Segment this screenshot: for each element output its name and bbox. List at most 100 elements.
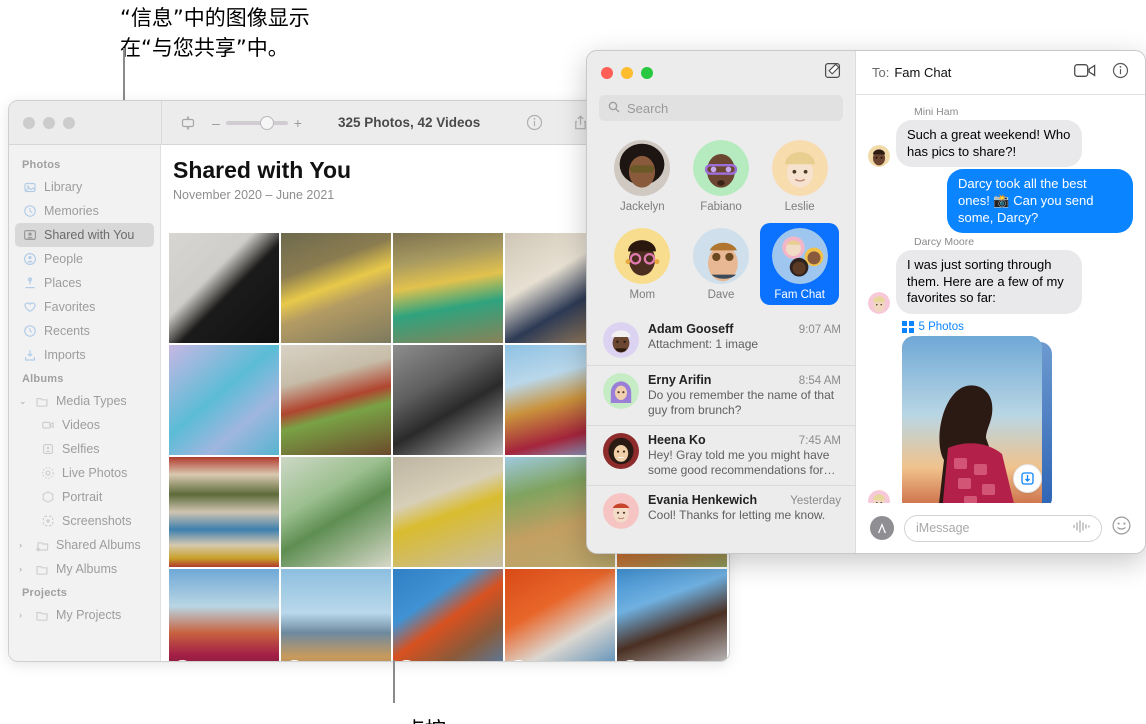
pinned-conversation-jackelyn[interactable]: Jackelyn	[603, 135, 682, 217]
thread-title[interactable]: Fam Chat	[894, 65, 951, 80]
messages-window: Search Jackelyn Fabiano Leslie Mom Dave Fam C…	[586, 50, 1146, 554]
pinned-conversation-mom[interactable]: Mom	[603, 223, 682, 305]
library-icon	[23, 180, 37, 194]
facetime-video-icon[interactable]	[1074, 63, 1096, 83]
callout-top-leader-line	[123, 48, 125, 108]
zoom-button[interactable]	[63, 116, 75, 129]
photo-tile[interactable]	[169, 457, 279, 567]
photo-tile[interactable]	[617, 569, 727, 661]
photo-tile[interactable]	[393, 457, 503, 567]
shared-album-icon	[35, 538, 49, 552]
emoji-smiley-icon[interactable]	[1112, 516, 1131, 540]
sidebar-item-my-projects[interactable]: › My Projects	[15, 603, 154, 627]
avatar	[603, 373, 639, 409]
disclosure-triangle-icon[interactable]: ›	[19, 540, 28, 550]
sidebar-item-label: My Projects	[56, 608, 122, 622]
sidebar-item-recents[interactable]: Recents	[15, 319, 154, 343]
zoom-slider-track[interactable]	[225, 115, 288, 130]
photo-tile[interactable]	[281, 345, 391, 455]
photo-tile[interactable]	[169, 345, 279, 455]
sidebar-item-screenshots[interactable]: Screenshots	[15, 509, 154, 533]
pinned-conversation-leslie[interactable]: Leslie	[760, 135, 839, 217]
photo-tile[interactable]	[281, 233, 391, 343]
conversation-list-item[interactable]: Heena Ko 7:45 AM Hey! Gray told me you mig…	[587, 425, 855, 485]
sidebar-item-my-albums[interactable]: › My Albums	[15, 557, 154, 581]
photo-tile[interactable]	[505, 569, 615, 661]
conversation-name: Erny Arifin	[648, 373, 712, 387]
comment-bubble-icon[interactable]	[623, 660, 638, 661]
clock-icon	[23, 324, 37, 338]
message-bubble: Such a great weekend! Who has pics to sh…	[896, 120, 1082, 168]
zoom-in-label[interactable]: +	[294, 115, 302, 131]
info-icon[interactable]	[1112, 62, 1129, 84]
sidebar-item-label: Recents	[44, 324, 90, 338]
comment-bubble-icon[interactable]	[399, 660, 414, 661]
comment-bubble-icon[interactable]	[175, 660, 190, 661]
compose-icon[interactable]	[824, 62, 841, 84]
messages-window-controls[interactable]	[601, 67, 653, 79]
photo-stack-attachment[interactable]	[902, 336, 1052, 503]
sidebar-item-memories[interactable]: Memories	[15, 199, 154, 223]
message-bubble: I was just sorting through them. Here ar…	[896, 250, 1082, 314]
sidebar-item-library[interactable]: Library	[15, 175, 154, 199]
zoom-button[interactable]	[641, 67, 653, 79]
avatar	[614, 140, 671, 196]
message-composer: iMessage	[856, 503, 1145, 553]
conversation-list-item[interactable]: Evania Henkewich Yesterday Cool! Thanks fo…	[587, 485, 855, 536]
photos-window-controls[interactable]	[9, 116, 161, 129]
photo-tile[interactable]	[393, 569, 503, 661]
sidebar-item-shared-with-you[interactable]: Shared with You	[15, 223, 154, 247]
comment-bubble-icon[interactable]	[511, 660, 526, 661]
photo-tile[interactable]	[281, 569, 391, 661]
sidebar-item-people[interactable]: People	[15, 247, 154, 271]
pinned-conversation-fabiano[interactable]: Fabiano	[682, 135, 761, 217]
comment-bubble-icon[interactable]	[287, 660, 302, 661]
sidebar-item-selfies[interactable]: Selfies	[15, 437, 154, 461]
conversation-list-item[interactable]: Erny Arifin 8:54 AM Do you remember the na…	[587, 365, 855, 425]
photo-tile[interactable]	[281, 457, 391, 567]
zoom-slider-knob[interactable]	[259, 115, 274, 130]
sidebar-item-videos[interactable]: Videos	[15, 413, 154, 437]
pinned-conversation-label: Mom	[629, 289, 656, 301]
photo-tile[interactable]	[393, 233, 503, 343]
minimize-button[interactable]	[43, 116, 55, 129]
photo-tile[interactable]	[393, 345, 503, 455]
sidebar-item-portrait[interactable]: Portrait	[15, 485, 154, 509]
close-button[interactable]	[23, 116, 35, 129]
pinned-conversation-dave[interactable]: Dave	[682, 223, 761, 305]
conversation-list-item[interactable]: Adam Gooseff 9:07 AM Attachment: 1 image	[587, 315, 855, 365]
disclosure-triangle-icon[interactable]: ›	[19, 610, 28, 620]
pinned-conversation-fam-chat[interactable]: Fam Chat	[760, 223, 839, 305]
sidebar-item-places[interactable]: Places	[15, 271, 154, 295]
imessage-input[interactable]: iMessage	[904, 514, 1102, 542]
sidebar-item-label: Memories	[44, 204, 99, 218]
sidebar-toggle-icon[interactable]	[172, 108, 204, 138]
pinned-conversations: Jackelyn Fabiano Leslie Mom Dave Fam Chat	[587, 121, 855, 309]
sidebar-item-favorites[interactable]: Favorites	[15, 295, 154, 319]
sidebar-item-media-types[interactable]: ⌄ Media Types	[15, 389, 154, 413]
download-icon[interactable]	[1013, 464, 1042, 493]
message-sender-label: Mini Ham	[914, 106, 959, 118]
sidebar-item-label: Favorites	[44, 300, 96, 314]
disclosure-triangle-icon[interactable]: ›	[19, 564, 28, 574]
memories-icon	[23, 204, 37, 218]
audio-waveform-icon[interactable]	[1072, 520, 1090, 536]
app-store-icon[interactable]	[870, 516, 894, 540]
close-button[interactable]	[601, 67, 613, 79]
pinned-conversation-label: Fam Chat	[774, 289, 825, 301]
search-input[interactable]: Search	[599, 95, 843, 121]
minimize-button[interactable]	[621, 67, 633, 79]
zoom-slider[interactable]: – +	[212, 115, 302, 131]
disclosure-triangle-icon[interactable]: ⌄	[19, 396, 28, 407]
sidebar-item-imports[interactable]: Imports	[15, 343, 154, 367]
info-icon[interactable]	[518, 108, 550, 138]
sidebar-item-live-photos[interactable]: Live Photos	[15, 461, 154, 485]
photo-tile[interactable]	[169, 569, 279, 661]
attachment-count-chip[interactable]: 5 Photos	[902, 321, 1133, 333]
places-icon	[23, 276, 37, 290]
zoom-out-label[interactable]: –	[212, 115, 220, 131]
folder-icon	[35, 394, 49, 408]
message-thread: To: Fam Chat Mini Ham Such a great weeke…	[855, 51, 1145, 553]
photo-tile[interactable]	[169, 233, 279, 343]
sidebar-item-shared-albums[interactable]: › Shared Albums	[15, 533, 154, 557]
